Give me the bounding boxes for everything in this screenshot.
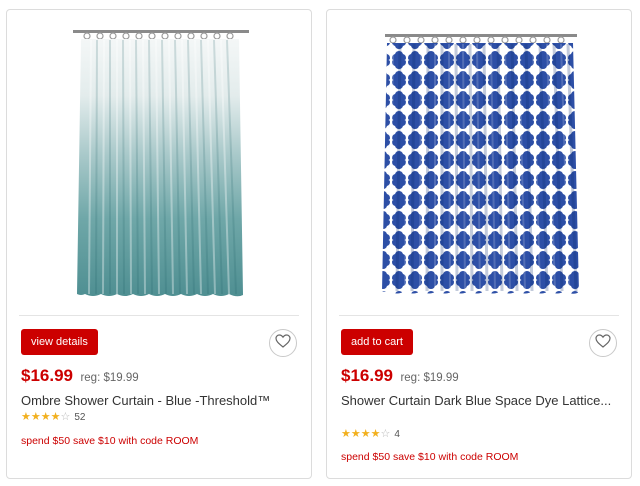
star-rating: ★ ★ ★ ★ ☆ <box>21 412 70 423</box>
star-icon: ★ <box>360 428 371 440</box>
lattice-curtain-image[interactable] <box>327 10 631 310</box>
ombre-curtain-image[interactable] <box>7 10 311 310</box>
star-rating: ★ ★ ★ ★ ☆ <box>341 429 390 440</box>
star-icon: ★ <box>50 411 61 423</box>
sale-price: $16.99 <box>341 366 393 385</box>
promo-text: spend $50 save $10 with code ROOM <box>341 451 519 463</box>
rating[interactable]: ★ ★ ★ ★ ☆ 4 <box>341 429 400 441</box>
review-count: 52 <box>74 412 86 423</box>
heart-icon <box>275 333 291 353</box>
price-row: $16.99 reg: $19.99 <box>21 366 139 386</box>
add-to-cart-button[interactable]: add to cart <box>341 329 413 355</box>
product-title[interactable]: Ombre Shower Curtain - Blue -Threshold™ <box>21 392 297 409</box>
price-row: $16.99 reg: $19.99 <box>341 366 459 386</box>
sale-price: $16.99 <box>21 366 73 385</box>
product-title[interactable]: Shower Curtain Dark Blue Space Dye Latti… <box>341 392 617 409</box>
star-empty-icon: ☆ <box>380 428 391 440</box>
divider <box>19 315 299 316</box>
view-details-button[interactable]: view details <box>21 329 98 355</box>
promo-text: spend $50 save $10 with code ROOM <box>21 435 199 447</box>
heart-icon <box>595 333 611 353</box>
regular-price: reg: $19.99 <box>400 372 459 384</box>
favorite-button[interactable] <box>589 329 617 357</box>
star-icon: ★ <box>350 428 361 440</box>
star-icon: ★ <box>30 411 41 423</box>
rating[interactable]: ★ ★ ★ ★ ☆ 52 <box>21 412 86 424</box>
product-card[interactable]: view details $16.99 reg: $19.99 Ombre Sh… <box>6 9 312 479</box>
favorite-button[interactable] <box>269 329 297 357</box>
star-icon: ★ <box>40 411 51 423</box>
star-icon: ★ <box>341 428 351 440</box>
review-count: 4 <box>394 429 400 440</box>
regular-price: reg: $19.99 <box>80 372 139 384</box>
divider <box>339 315 619 316</box>
star-icon: ★ <box>370 428 381 440</box>
product-card[interactable]: add to cart $16.99 reg: $19.99 Shower Cu… <box>326 9 632 479</box>
star-empty-icon: ☆ <box>60 411 71 423</box>
star-icon: ★ <box>21 411 31 423</box>
